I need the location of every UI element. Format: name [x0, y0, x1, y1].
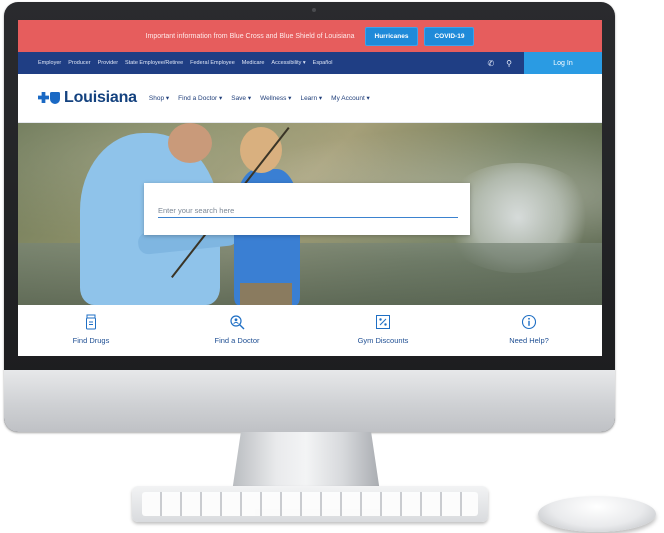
alert-text: Important information from Blue Cross an… — [145, 32, 355, 40]
keyboard-keys — [142, 492, 478, 516]
browser-screen: Important information from Blue Cross an… — [18, 20, 602, 356]
hero-boy-legs — [240, 283, 292, 305]
search-icon[interactable]: ⚲ — [506, 59, 512, 68]
login-button[interactable]: Log In — [524, 52, 602, 74]
nav-save[interactable]: Save ▾ — [231, 94, 251, 102]
topnav-medicare[interactable]: Medicare — [242, 60, 265, 66]
prescription-bottle-icon — [86, 314, 96, 330]
topnav-espanol[interactable]: Español — [313, 60, 333, 66]
topnav-federal-employee[interactable]: Federal Employee — [190, 60, 235, 66]
nav-my-account[interactable]: My Account ▾ — [331, 94, 370, 102]
nav-wellness[interactable]: Wellness ▾ — [260, 94, 291, 102]
monitor-frame: Important information from Blue Cross an… — [4, 2, 615, 432]
cross-shield-icon — [38, 92, 60, 104]
topnav-producer[interactable]: Producer — [68, 60, 90, 66]
brand-logo[interactable]: Louisiana — [38, 89, 137, 107]
quicklink-label: Gym Discounts — [357, 336, 409, 345]
mouse — [538, 496, 656, 532]
webcam-dot — [312, 8, 316, 12]
main-nav: Louisiana Shop ▾ Find a Doctor ▾ Save ▾ … — [18, 74, 602, 123]
monitor-stand — [232, 432, 380, 492]
keyboard — [132, 486, 488, 522]
info-circle-icon — [521, 314, 537, 330]
nav-learn[interactable]: Learn ▾ — [300, 94, 322, 102]
quicklink-gym-discounts[interactable]: Gym Discounts — [323, 314, 443, 345]
percent-tag-icon — [376, 315, 390, 329]
alert-banner: Important information from Blue Cross an… — [18, 20, 602, 52]
shield-icon — [50, 92, 60, 104]
quicklink-find-drugs[interactable]: Find Drugs — [31, 314, 151, 345]
quicklink-find-a-doctor[interactable]: Find a Doctor — [177, 314, 297, 345]
nav-shop[interactable]: Shop ▾ — [149, 94, 169, 102]
quicklink-label: Find Drugs — [72, 336, 110, 345]
hero-man-head — [168, 123, 212, 163]
quicklink-label: Find a Doctor — [214, 336, 260, 345]
topnav-provider[interactable]: Provider — [98, 60, 118, 66]
cross-icon — [38, 92, 49, 103]
topnav-state-employee[interactable]: State Employee/Retiree — [125, 60, 183, 66]
logo-text: Louisiana — [64, 89, 137, 106]
topnav-accessibility[interactable]: Accessibility ▾ — [271, 60, 305, 66]
monitor-chin — [4, 370, 615, 432]
audience-nav: Employer Producer Provider State Employe… — [18, 52, 602, 74]
quicklink-need-help[interactable]: Need Help? — [469, 314, 589, 345]
hero-boy-head — [240, 127, 282, 173]
hero-search-box — [144, 183, 470, 235]
magnifier-person-icon — [230, 315, 245, 330]
quicklink-label: Need Help? — [509, 336, 549, 345]
hurricanes-button[interactable]: Hurricanes — [364, 26, 419, 46]
phone-icon[interactable]: ✆ — [487, 59, 494, 68]
topnav-employer[interactable]: Employer — [38, 60, 61, 66]
hero-banner — [18, 123, 602, 305]
covid-19-button[interactable]: COVID-19 — [424, 26, 475, 46]
nav-find-a-doctor[interactable]: Find a Doctor ▾ — [178, 94, 222, 102]
quick-links: Find Drugs Find a Doctor Gym Discounts N… — [18, 306, 602, 356]
topnav-utilities: ✆ ⚲ Log In — [487, 52, 602, 74]
search-input[interactable] — [158, 203, 458, 218]
